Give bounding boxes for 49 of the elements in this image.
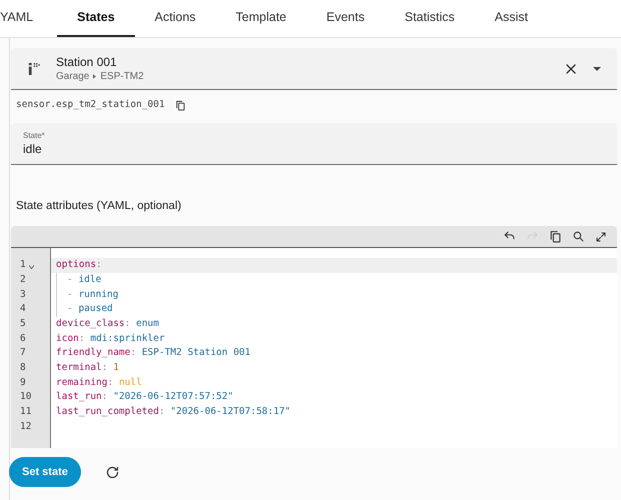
line-number: 12 <box>20 420 32 434</box>
code-line: icon: mdi:sprinkler <box>56 332 165 346</box>
tab[interactable]: YAML <box>0 0 58 37</box>
state-value: idle <box>23 141 43 157</box>
set-state-button[interactable]: Set state <box>9 457 81 488</box>
code-line: terminal: 1 <box>56 361 119 376</box>
refresh-icon[interactable] <box>104 464 120 480</box>
line-number: 3 <box>20 288 26 302</box>
tab[interactable]: States <box>57 0 135 37</box>
code-line: last_run_completed: "2026-06-12T07:58:17" <box>56 405 291 420</box>
tab[interactable]: Actions <box>134 0 216 37</box>
tab[interactable]: Template <box>216 0 306 37</box>
sprinkler-icon <box>27 62 40 75</box>
code-line: last_run: "2026-06-12T07:57:52" <box>56 390 234 404</box>
line-number: 7 <box>20 346 26 360</box>
separator-icon <box>93 74 96 79</box>
copy-icon[interactable] <box>549 230 562 243</box>
line-number: 9 <box>20 376 26 390</box>
entity-device: ESP-TM2 <box>100 70 144 84</box>
copy-icon[interactable] <box>174 100 186 110</box>
code-line: remaining: null <box>56 376 142 390</box>
entity-name: Station 001 <box>56 54 118 70</box>
line-number: 11 <box>20 405 32 420</box>
line-number: 6 <box>20 332 26 346</box>
line-number: 5 <box>20 316 26 331</box>
tab[interactable]: Assist <box>474 0 548 37</box>
line-number: 4 <box>20 302 26 316</box>
line-number: 8 <box>20 361 26 376</box>
fullscreen-icon[interactable] <box>595 230 607 242</box>
attributes-label: State attributes (YAML, optional) <box>16 199 182 213</box>
code-line: device_class: enum <box>56 316 159 331</box>
entity-picker[interactable]: Station 001 Garage ESP-TM2 <box>11 48 617 90</box>
line-number: 2 <box>20 272 26 287</box>
code-line: friendly_name: ESP-TM2 Station 001 <box>56 346 250 360</box>
entity-area: Garage <box>56 70 90 84</box>
state-field[interactable]: State* idle <box>11 123 617 165</box>
state-label: State* <box>23 131 46 141</box>
fold-icon[interactable] <box>28 264 34 269</box>
tab[interactable]: Events <box>306 0 385 37</box>
line-number: 1 <box>20 258 26 272</box>
tab[interactable]: Statistics <box>384 0 475 37</box>
dropdown-icon[interactable] <box>593 66 601 70</box>
code-line: options: <box>56 258 102 272</box>
code-line: - paused <box>67 302 113 316</box>
code-line: - idle <box>67 272 102 287</box>
search-replace-icon[interactable] <box>572 230 585 243</box>
entity-id: sensor.esp_tm2_station_001 <box>16 98 165 112</box>
line-number: 10 <box>20 390 32 404</box>
code-line: - running <box>67 288 118 302</box>
